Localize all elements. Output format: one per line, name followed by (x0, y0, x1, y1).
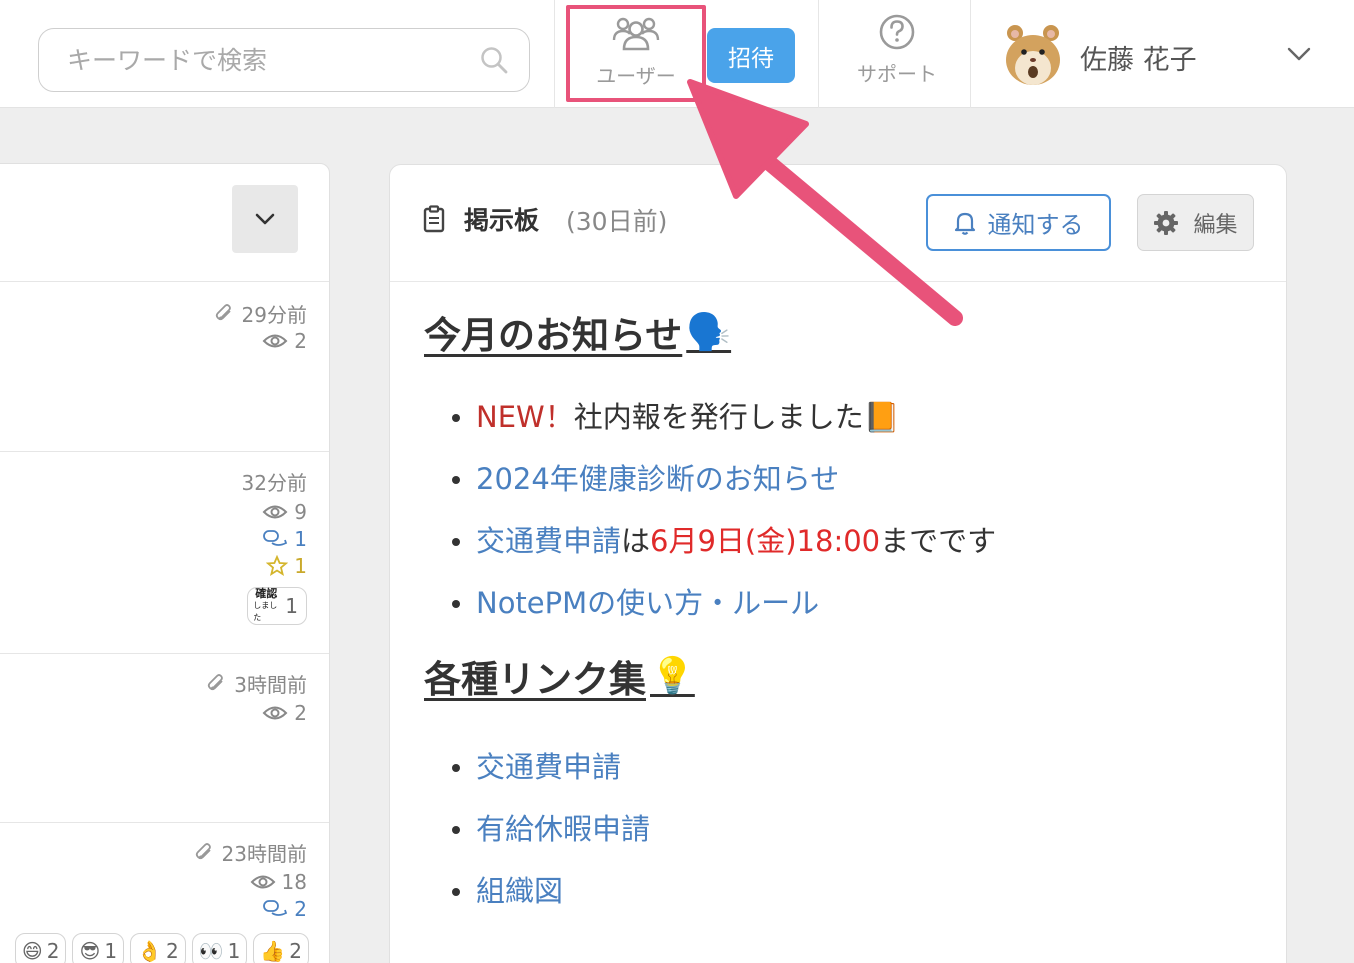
comment-count: 2 (294, 896, 307, 921)
feed-item[interactable]: 29分前 2 (0, 282, 329, 452)
view-count: 9 (294, 499, 307, 524)
search-icon[interactable] (479, 45, 509, 75)
nav-support-label: サポート (857, 62, 937, 86)
search-input[interactable] (67, 29, 467, 91)
notify-label: 通知する (987, 211, 1084, 239)
divider (970, 0, 971, 108)
confirm-reaction[interactable]: 確認 しました 1 (247, 587, 307, 625)
eyes-emoji-icon: 👀 (198, 939, 224, 963)
star-count: 1 (294, 553, 307, 578)
divider (554, 0, 555, 108)
avatar[interactable] (1002, 20, 1064, 86)
reaction-thumbs-up[interactable]: 👍 2 (253, 933, 309, 963)
bell-icon (954, 212, 975, 235)
bulletin-board: 掲示板 (30日前) 通知する 編集 今月のお知らせ 🗣️ NEW！社内報を発行… (389, 164, 1287, 963)
link[interactable]: 組織図 (476, 874, 563, 908)
list-item[interactable]: 交通費申請 (452, 747, 996, 809)
ok-hand-emoji-icon: 👌 (137, 939, 162, 963)
announcement-list: NEW！社内報を発行しました📙 2024年健康診断のお知らせ 交通費申請は6月9… (452, 397, 996, 645)
deadline-text: 6月9日(金)18:00 (650, 524, 881, 558)
gear-icon (1154, 210, 1179, 235)
list-item[interactable]: 組織図 (452, 871, 996, 933)
book-icon: 📙 (863, 400, 900, 434)
feed-item[interactable]: 23時間前 18 2 😄 2 😎 1 👌 2 👀 1 👍 2 (0, 823, 329, 963)
attachment-icon (215, 303, 231, 320)
feed-item[interactable]: 32分前 9 1 1 確認 しました 1 (0, 452, 329, 654)
help-icon (879, 14, 915, 50)
light-bulb-icon: 💡 (650, 656, 695, 697)
comment-count: 1 (294, 526, 307, 551)
eye-icon (250, 875, 275, 888)
section-heading: 今月のお知らせ 🗣️ (424, 312, 732, 357)
link[interactable]: 2024年健康診断のお知らせ (476, 462, 839, 496)
star-icon (266, 554, 289, 576)
clipboard-icon (423, 205, 445, 233)
grinning-emoji-icon: 😄 (21, 939, 43, 963)
view-count: 2 (294, 700, 307, 725)
thumbs-up-emoji-icon: 👍 (260, 939, 286, 963)
section-heading: 各種リンク集 💡 (424, 656, 695, 701)
top-header: ユーザー 招待 サポート 佐藤 花子 (0, 0, 1354, 108)
new-label: NEW！ (476, 400, 574, 434)
eye-icon (262, 706, 288, 719)
divider (818, 0, 819, 108)
nav-support[interactable]: サポート (838, 12, 956, 102)
reaction-bar: 😄 2 😎 1 👌 2 👀 1 👍 2 (14, 933, 309, 963)
confirm-count: 1 (285, 594, 298, 618)
list-item[interactable]: NotePMの使い方・ルール (452, 583, 996, 645)
link[interactable]: 有給休暇申請 (476, 812, 650, 846)
search-box[interactable] (38, 28, 530, 92)
confirm-stamp-icon: 確認 しました (253, 587, 278, 623)
link[interactable]: 交通費申請 (476, 524, 621, 558)
feed-item-time: 29分前 (241, 303, 307, 327)
list-item: 交通費申請は6月9日(金)18:00までです (452, 521, 996, 583)
link-list: 交通費申請 有給休暇申請 組織図 (452, 747, 996, 933)
feed-item-time: 23時間前 (221, 842, 307, 866)
sunglasses-emoji-icon: 😎 (79, 939, 101, 963)
chevron-down-icon (255, 213, 275, 225)
feed-item[interactable]: 3時間前 2 (0, 654, 329, 823)
user-name[interactable]: 佐藤 花子 (1080, 38, 1197, 77)
reaction-ok-hand[interactable]: 👌 2 (130, 933, 186, 963)
list-item: NEW！社内報を発行しました📙 (452, 397, 996, 459)
board-content: 今月のお知らせ 🗣️ NEW！社内報を発行しました📙 2024年健康診断のお知らせ… (424, 305, 996, 933)
view-count: 2 (294, 328, 307, 353)
notify-button[interactable]: 通知する (926, 194, 1111, 251)
comment-icon (263, 529, 288, 546)
eye-icon (262, 334, 288, 347)
speaking-head-icon: 🗣️ (686, 312, 732, 353)
chevron-down-icon[interactable] (1286, 46, 1312, 62)
board-title: 掲示板 (464, 206, 540, 235)
feed-toggle-button[interactable] (232, 185, 298, 253)
attachment-icon (208, 673, 224, 690)
board-updated-time: (30日前) (566, 207, 668, 236)
list-item[interactable]: 2024年健康診断のお知らせ (452, 459, 996, 521)
attachment-icon (195, 842, 211, 859)
feed-header (0, 164, 329, 282)
highlight-box (566, 5, 706, 102)
link[interactable]: 交通費申請 (476, 750, 621, 784)
comment-icon (263, 899, 288, 916)
edit-button[interactable]: 編集 (1137, 194, 1254, 251)
board-header: 掲示板 (30日前) 通知する 編集 (390, 165, 1286, 282)
list-item[interactable]: 有給休暇申請 (452, 809, 996, 871)
reaction-grinning[interactable]: 😄 2 (14, 933, 67, 963)
reaction-sunglasses[interactable]: 😎 1 (72, 933, 125, 963)
view-count: 18 (281, 869, 307, 894)
feed-item-time: 32分前 (241, 471, 307, 495)
eye-icon (262, 505, 288, 518)
edit-label: 編集 (1193, 212, 1238, 238)
reaction-eyes[interactable]: 👀 1 (191, 933, 248, 963)
invite-button[interactable]: 招待 (707, 28, 795, 83)
link[interactable]: NotePMの使い方・ルール (476, 586, 819, 620)
feed-item-time: 3時間前 (234, 673, 307, 697)
activity-feed: 29分前 2 32分前 9 1 1 確認 しました 1 3時間前 2 23時間前… (0, 163, 330, 963)
